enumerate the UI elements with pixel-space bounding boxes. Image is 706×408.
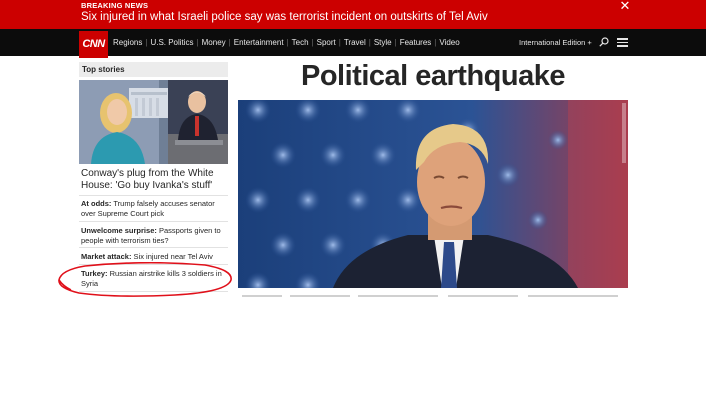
story-item[interactable]: Market attack: Six injured near Tel Aviv <box>81 252 228 262</box>
nav-link-tech[interactable]: Tech <box>292 38 309 47</box>
story-kicker: At odds: <box>81 199 112 208</box>
cropped-text <box>238 292 628 297</box>
nav-separator: | <box>286 38 289 47</box>
photo-credit <box>622 103 626 163</box>
hero-photo <box>238 100 628 288</box>
cnn-logo[interactable]: CNN <box>79 31 108 58</box>
lead-story-image[interactable] <box>79 80 228 164</box>
nav-link-us-politics[interactable]: U.S. Politics <box>150 38 193 47</box>
main-story-image[interactable] <box>238 100 628 288</box>
cropped-caption <box>238 288 628 297</box>
breaking-news-headline[interactable]: Six injured in what Israeli police say w… <box>81 11 488 23</box>
nav-link-sport[interactable]: Sport <box>317 38 336 47</box>
nav-link-money[interactable]: Money <box>202 38 226 47</box>
lead-story-headline[interactable]: Conway's plug from the White House: 'Go … <box>81 168 227 192</box>
story-kicker: Turkey: <box>81 269 108 278</box>
main-headline[interactable]: Political earthquake <box>238 60 628 93</box>
nav-link-style[interactable]: Style <box>374 38 392 47</box>
nav-separator: | <box>145 38 148 47</box>
story-kicker: Market attack: <box>81 252 132 261</box>
lead-story-photo <box>79 80 228 164</box>
top-stories-header: Top stories <box>79 62 228 77</box>
nav-link-travel[interactable]: Travel <box>344 38 366 47</box>
divider <box>79 291 228 292</box>
story-text: Six injured near Tel Aviv <box>133 252 213 261</box>
close-icon[interactable]: ✕ <box>619 0 631 12</box>
nav-separator: | <box>434 38 437 47</box>
divider <box>79 247 228 248</box>
story-kicker: Unwelcome surprise: <box>81 226 157 235</box>
divider <box>79 221 228 222</box>
nav-separator: | <box>311 38 314 47</box>
divider <box>79 264 228 265</box>
search-icon[interactable] <box>599 37 609 47</box>
story-item[interactable]: At odds: Trump falsely accuses senator o… <box>81 199 228 218</box>
nav-separator: | <box>228 38 231 47</box>
nav-link-features[interactable]: Features <box>400 38 432 47</box>
nav-link-regions[interactable]: Regions <box>113 38 142 47</box>
nav-link-video[interactable]: Video <box>439 38 459 47</box>
nav-separator: | <box>368 38 371 47</box>
breaking-news-label: BREAKING NEWS <box>81 1 149 10</box>
hamburger-menu-icon[interactable] <box>617 38 628 47</box>
story-item[interactable]: Turkey: Russian airstrike kills 3 soldie… <box>81 269 226 288</box>
story-item[interactable]: Unwelcome surprise: Passports given to p… <box>81 226 228 245</box>
breaking-news-banner[interactable]: BREAKING NEWS Six injured in what Israel… <box>0 0 706 29</box>
divider <box>79 195 228 196</box>
nav-separator: | <box>196 38 199 47</box>
nav-link-entertainment[interactable]: Entertainment <box>234 38 284 47</box>
edition-selector[interactable]: International Edition + <box>519 29 592 56</box>
nav-links: Regions | U.S. Politics | Money | Entertain… <box>113 29 460 56</box>
nav-separator: | <box>338 38 341 47</box>
nav-separator: | <box>394 38 397 47</box>
